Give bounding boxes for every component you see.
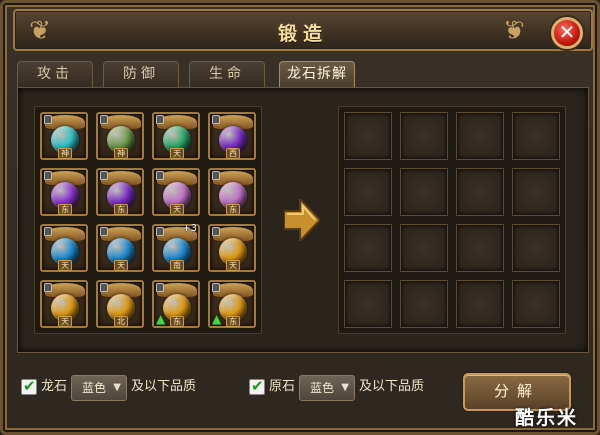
raw-stone-quality-value: 蓝色 [310,381,335,395]
output-slot[interactable] [456,112,504,160]
stone-direction-mark: 神 [58,148,72,159]
stone-direction-mark: 西 [226,148,240,159]
stone-direction-mark: 神 [114,148,128,159]
lock-icon [212,283,220,292]
tab-attack[interactable]: 攻击 [17,61,93,87]
inventory-slot[interactable]: 东 ▲ [208,280,256,328]
lock-icon [156,171,164,180]
inventory-slot[interactable]: 北 [96,280,144,328]
dragonstone-inventory-grid: 神神天西东东天东天天南 +3 天天北东 ▲ 东 ▲ [34,106,262,334]
inventory-slot[interactable]: 东 ▲ [152,280,200,328]
dragonstone-filter-checkbox[interactable] [21,377,37,395]
watermark: 酷乐米 [515,407,579,429]
raw-stone-quality-select[interactable]: 蓝色 ▼ [299,375,355,401]
inventory-slot[interactable]: 天 [208,224,256,272]
decompose-output-grid [338,106,566,334]
stone-direction-mark: 北 [114,316,128,327]
inventory-slot[interactable]: 西 [208,112,256,160]
tab-defense[interactable]: 防御 [103,61,179,87]
stone-direction-mark: 天 [58,316,72,327]
dragonstone-quality-value: 蓝色 [82,381,107,395]
output-slot[interactable] [344,168,392,216]
output-slot[interactable] [512,168,560,216]
stone-direction-mark: 天 [58,260,72,271]
close-button[interactable]: ✕ [551,17,583,49]
output-slot[interactable] [344,280,392,328]
output-slot[interactable] [400,168,448,216]
inventory-slot[interactable]: 南 +3 [152,223,200,272]
lock-icon [44,283,52,292]
output-slot[interactable] [456,168,504,216]
lock-icon [100,171,108,180]
lock-icon [44,227,52,236]
lock-icon [212,171,220,180]
stone-direction-mark: 天 [170,204,184,215]
lock-icon [156,227,164,236]
stone-direction-mark: 东 [58,204,72,215]
lock-icon [44,171,52,180]
stone-direction-mark: 东 [114,204,128,215]
raw-stone-filter-checkbox[interactable] [249,377,265,395]
raw-stone-quality-suffix: 及以下品质 [359,379,425,394]
output-slot[interactable] [400,112,448,160]
stone-direction-mark: 天 [226,260,240,271]
inventory-slot[interactable]: 东 [96,168,144,216]
inventory-slot[interactable]: 天 [152,168,200,216]
output-slot[interactable] [344,224,392,272]
tab-life[interactable]: 生命 [189,61,265,87]
output-slot[interactable] [456,224,504,272]
lock-icon [100,227,108,236]
inventory-slot[interactable]: 神 [96,112,144,160]
upgrade-arrow-icon: ▲ [212,312,222,326]
dropdown-arrow-icon: ▼ [341,382,349,393]
stone-direction-mark: 东 [226,204,240,215]
inventory-slot[interactable]: 天 [96,224,144,272]
lock-icon [156,115,164,124]
stone-direction-mark: 南 [170,260,184,271]
lock-icon [44,115,52,124]
inventory-slot[interactable]: 东 [208,168,256,216]
content-panel: 神神天西东东天东天天南 +3 天天北东 ▲ 东 ▲ [17,87,589,353]
output-slot[interactable] [344,112,392,160]
dragonstone-quality-suffix: 及以下品质 [131,379,197,394]
inventory-slot[interactable]: 天 [40,280,88,328]
stone-direction-mark: 天 [170,148,184,159]
stack-count-badge: +3 [182,223,197,234]
lock-icon [212,227,220,236]
stone-direction-mark: 天 [114,260,128,271]
inventory-slot[interactable]: 天 [40,224,88,272]
stone-direction-mark: 东 [170,316,184,327]
dropdown-arrow-icon: ▼ [113,382,121,393]
window-title: 锻造 [277,23,328,45]
output-slot[interactable] [400,280,448,328]
tab-dragonstone-decompose[interactable]: 龙石拆解 [279,61,355,87]
output-slot[interactable] [512,224,560,272]
inventory-slot[interactable]: 神 [40,112,88,160]
inventory-slot[interactable]: 东 [40,168,88,216]
inventory-slot[interactable]: 天 [152,112,200,160]
right-arrow-icon [283,196,322,244]
title-bar: ❦ ❦ 锻造 [13,9,593,51]
output-slot[interactable] [400,224,448,272]
upgrade-arrow-icon: ▲ [156,312,166,326]
lock-icon [100,283,108,292]
output-slot[interactable] [512,112,560,160]
forge-window: ❦ ❦ 锻造 ✕ 攻击 防御 生命 龙石拆解 神神天西东东天东天天南 +3 天天北东… [0,0,600,435]
output-slot[interactable] [512,280,560,328]
output-slot[interactable] [456,280,504,328]
dragonstone-quality-select[interactable]: 蓝色 ▼ [71,375,127,401]
stone-direction-mark: 东 [226,316,240,327]
lock-icon [212,115,220,124]
filter-bar: 龙石 蓝色▼ 及以下品质 原石 蓝色▼ 及以下品质 分解 [17,361,589,419]
dragonstone-filter-label: 龙石 [41,379,68,394]
lock-icon [100,115,108,124]
raw-stone-filter-label: 原石 [269,379,296,394]
lock-icon [156,283,164,292]
